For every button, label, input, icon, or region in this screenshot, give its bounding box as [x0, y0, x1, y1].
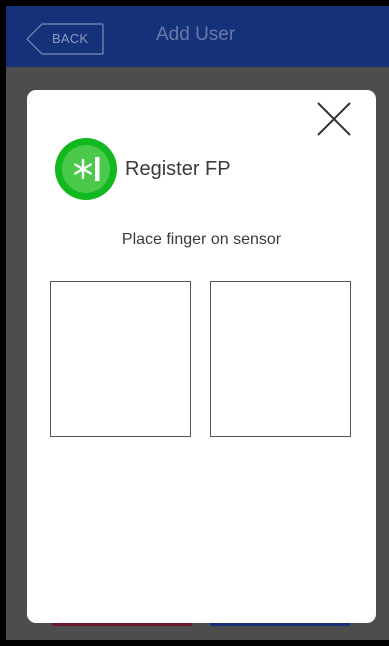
- fingerprint-capture-frame-1: [50, 281, 191, 437]
- app-bar: BACK Add User: [6, 6, 389, 67]
- close-icon: [317, 102, 351, 136]
- back-button-label: BACK: [52, 31, 89, 46]
- page-title: Add User: [156, 24, 236, 45]
- add-user-screen: BACK Add User Register FP Place finger o…: [0, 0, 389, 646]
- back-button[interactable]: BACK: [26, 23, 104, 55]
- fingerprint-register-icon: [55, 138, 117, 200]
- instruction-text: Place finger on sensor: [121, 231, 282, 248]
- fingerprint-capture-frame-2: [210, 281, 351, 437]
- asterisk-bar-glyph-icon: [74, 157, 100, 181]
- dialog-title: Register FP: [125, 158, 231, 180]
- register-fp-dialog: Register FP Place finger on sensor: [27, 90, 376, 623]
- close-button[interactable]: [315, 100, 353, 138]
